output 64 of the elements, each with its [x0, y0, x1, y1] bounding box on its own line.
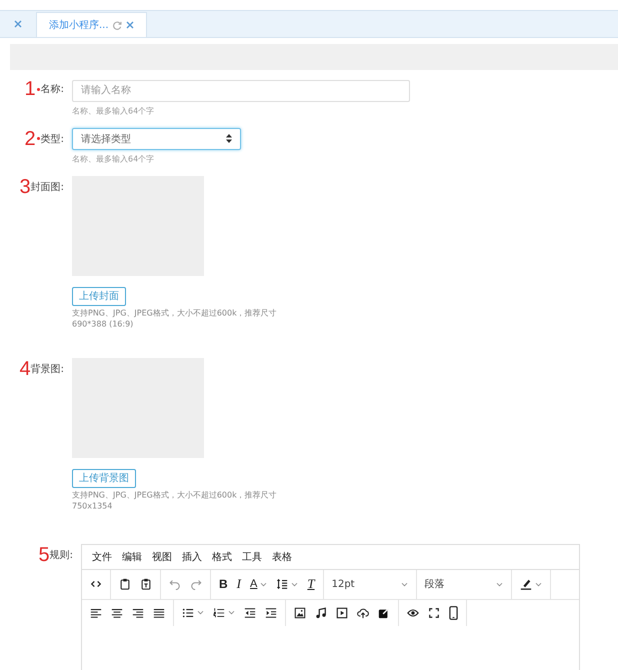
upload-help-text: 690*388 (16:9)	[72, 320, 134, 328]
undo-icon[interactable]	[169, 578, 181, 590]
caret-icon[interactable]	[260, 582, 268, 586]
highlighter-icon[interactable]	[520, 578, 532, 590]
close-icon[interactable]	[14, 20, 22, 28]
step-number: 2	[24, 128, 36, 150]
step-number: 1	[24, 78, 36, 100]
video-play-icon[interactable]	[336, 606, 348, 618]
menu-item[interactable]: 工具	[242, 550, 262, 564]
fullscreen-icon[interactable]	[428, 606, 440, 618]
menu-item[interactable]: 表格	[272, 550, 292, 564]
menu-item[interactable]: 编辑	[122, 550, 142, 564]
upload-help-text: 750x1354	[72, 502, 114, 510]
block-format-select[interactable]: 段落	[416, 570, 512, 598]
field-label: 封面图:	[30, 180, 64, 194]
sort-caret-icon	[226, 134, 232, 143]
field-label: 背景图:	[30, 362, 64, 376]
close-icon[interactable]	[126, 21, 134, 29]
justify-icon[interactable]	[153, 606, 165, 618]
menu-item[interactable]: 文件	[92, 550, 112, 564]
cloud-upload-icon[interactable]	[357, 606, 369, 618]
align-right-icon[interactable]	[132, 606, 144, 618]
bold-button[interactable]: B	[219, 577, 228, 591]
redo-icon[interactable]	[190, 578, 202, 590]
menu-item[interactable]: 视图	[152, 550, 172, 564]
caret-icon	[400, 582, 408, 586]
name-input-field[interactable]: 请输入名称	[72, 80, 410, 102]
mobile-phone-icon[interactable]	[449, 604, 458, 620]
eye-icon[interactable]	[407, 606, 419, 618]
step-number: 5	[38, 544, 50, 566]
field-hint: 名称、最多输入64个字	[72, 154, 156, 164]
field-hint: 名称、最多输入64个字	[72, 106, 156, 116]
font-size-select[interactable]: 12pt	[324, 570, 417, 598]
code-icon[interactable]	[90, 578, 102, 590]
caret-icon[interactable]	[291, 582, 298, 586]
caret-icon[interactable]	[534, 582, 542, 586]
caret-icon[interactable]	[228, 610, 235, 615]
line-height-icon[interactable]	[276, 578, 288, 590]
caret-icon	[496, 582, 503, 586]
align-left-icon[interactable]	[90, 606, 102, 618]
menu-item[interactable]: 格式	[212, 550, 232, 564]
numbered-list-icon[interactable]	[213, 606, 225, 618]
rich-text-editor[interactable]: 文件 编辑 视图 插入 格式 工具 表格 B I A T 12pt 段落	[81, 544, 580, 670]
step-number: 4	[20, 358, 31, 380]
font-color-button[interactable]: A	[250, 578, 258, 590]
align-center-icon[interactable]	[111, 606, 123, 618]
upload-help-text: 支持PNG、JPG、JPEG格式，大小不超过600k，推荐尺寸	[72, 308, 278, 318]
paste-icon[interactable]	[119, 578, 131, 590]
field-label: 规则:	[50, 548, 73, 562]
outdent-icon[interactable]	[244, 606, 256, 618]
field-label: 类型:	[40, 132, 64, 146]
upload-help-text: 支持PNG、JPG、JPEG格式，大小不超过600k，推荐尺寸	[72, 490, 278, 500]
indent-icon[interactable]	[265, 606, 277, 618]
caret-icon[interactable]	[197, 610, 204, 615]
bullet-list-icon[interactable]	[182, 606, 194, 618]
image-icon[interactable]	[294, 606, 306, 618]
clear-format-button[interactable]: T	[307, 576, 315, 592]
italic-button[interactable]: I	[236, 576, 242, 592]
step-number: 3	[20, 176, 31, 198]
menu-item[interactable]: 插入	[182, 550, 202, 564]
field-label: 名称:	[40, 83, 64, 96]
paste-text-icon[interactable]	[140, 578, 152, 590]
music-note-icon[interactable]	[315, 606, 327, 618]
type-select[interactable]: 请选择类型	[72, 128, 241, 150]
